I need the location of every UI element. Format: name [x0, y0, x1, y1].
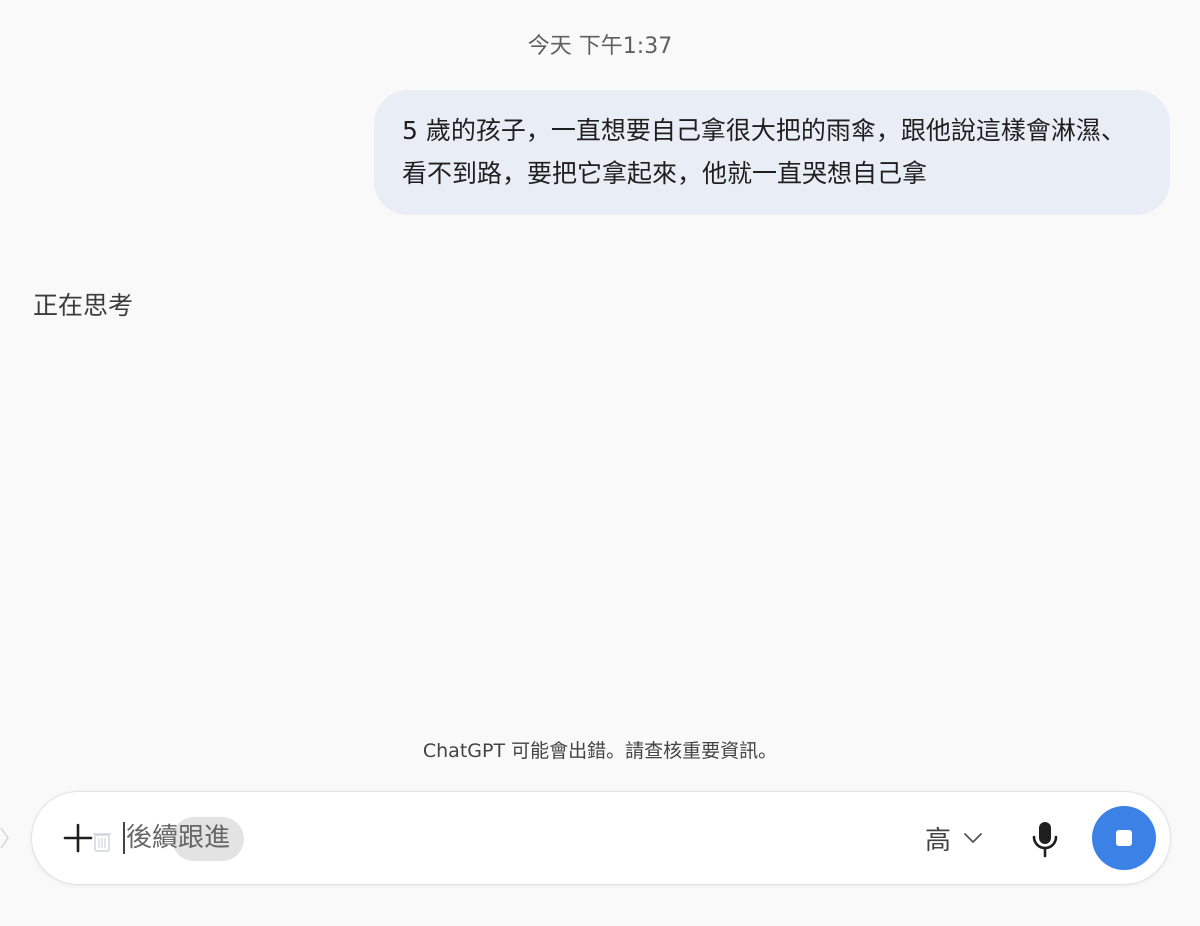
message-composer: 後續跟進 高 — [31, 791, 1171, 885]
conversation-timestamp: 今天 下午1:37 — [527, 34, 673, 59]
trash-icon — [93, 833, 111, 852]
user-message-bubble: 5 歲的孩子，一直想要自己拿很大把的雨傘，跟他說這樣會淋濕、看不到路，要把它拿起… — [374, 90, 1170, 215]
disclaimer-text: ChatGPT 可能會出錯。請查核重要資訊。 — [422, 740, 778, 762]
chat-page: 今天 下午1:37 5 歲的孩子，一直想要自己拿很大把的雨傘，跟他說這樣會淋濕、… — [0, 0, 1200, 926]
microphone-icon[interactable] — [1029, 819, 1061, 859]
side-chevron-icon — [0, 827, 9, 849]
stop-button[interactable] — [1092, 806, 1156, 870]
model-select-label: 高 — [925, 825, 952, 856]
model-select[interactable]: 高 — [925, 820, 983, 856]
text-caret — [123, 822, 125, 854]
user-message-text: 5 歲的孩子，一直想要自己拿很大把的雨傘，跟他說這樣會淋濕、看不到路，要把它拿起… — [402, 116, 1126, 188]
stop-icon — [1116, 830, 1132, 846]
chevron-down-icon — [964, 833, 982, 843]
assistant-thinking-status: 正在思考 — [33, 291, 134, 320]
plus-icon[interactable] — [62, 822, 94, 854]
message-input[interactable]: 後續跟進 — [126, 818, 230, 858]
